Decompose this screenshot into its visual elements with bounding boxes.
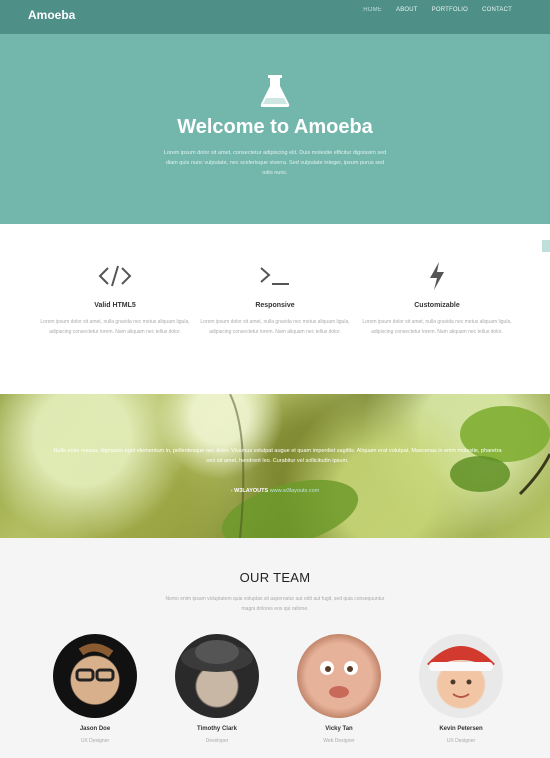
parallax-quote-section: Nulla enim massa, dignissim eget element… (0, 394, 550, 538)
team-member: Vicky Tan Web Designer (284, 634, 394, 744)
avatar (297, 634, 381, 718)
avatar (53, 634, 137, 718)
team-member: Jason Doe UX Designer (40, 634, 150, 744)
member-name: Vicky Tan (325, 726, 353, 732)
feature-text: Lorem ipsum dolor sit amet, nulla gravid… (40, 319, 190, 335)
team-member: Timothy Clark Developer (162, 634, 272, 744)
team-intro: Nemo enim ipsam voluptatem quia voluptas… (165, 596, 385, 612)
code-icon (40, 260, 190, 292)
feature-title: Responsive (255, 302, 295, 309)
attribution-name: - W3LAYOUTS (230, 488, 269, 494)
member-role: UX Designer (446, 738, 476, 744)
avatar (175, 634, 259, 718)
hero-title: Welcome to Amoeba (177, 116, 373, 138)
member-role: Developer (205, 738, 229, 744)
nav-portfolio[interactable]: PORTFOLIO (432, 7, 468, 13)
member-name: Timothy Clark (197, 726, 237, 732)
feature-responsive: Responsive Lorem ipsum dolor sit amet, n… (200, 260, 350, 337)
team-member: Kevin Petersen UX Designer (406, 634, 516, 744)
feature-valid-html5: Valid HTML5 Lorem ipsum dolor sit amet, … (40, 260, 190, 337)
feature-title: Customizable (414, 302, 460, 309)
member-name: Jason Doe (79, 726, 111, 732)
team-section: OUR TEAM Nemo enim ipsam voluptatem quia… (0, 538, 550, 758)
nav-about[interactable]: ABOUT (396, 7, 418, 13)
leaves-background-image (221, 394, 550, 538)
hero-section: Welcome to Amoeba Lorem ipsum dolor sit … (0, 34, 550, 224)
navbar: Amoeba HOME ABOUT PORTFOLIO CONTACT (0, 0, 550, 34)
feature-title: Valid HTML5 (94, 302, 136, 309)
side-tab[interactable] (542, 240, 550, 252)
hero-text: Lorem ipsum dolor sit amet, consectetur … (163, 150, 387, 176)
features-section: Valid HTML5 Lorem ipsum dolor sit amet, … (0, 224, 550, 394)
attribution-link[interactable]: www.w3layouts.com (270, 488, 320, 494)
main-nav: HOME ABOUT PORTFOLIO CONTACT (363, 7, 512, 13)
nav-home[interactable]: HOME (363, 7, 382, 13)
member-role: Web Designer (323, 738, 355, 744)
feature-customizable: Customizable Lorem ipsum dolor sit amet,… (362, 260, 512, 337)
flask-icon (260, 75, 290, 107)
feature-text: Lorem ipsum dolor sit amet, nulla gravid… (200, 319, 350, 335)
nav-contact[interactable]: CONTACT (482, 7, 512, 13)
terminal-icon (200, 260, 350, 292)
quote-text: Nulla enim massa, dignissim eget element… (53, 448, 502, 464)
feature-text: Lorem ipsum dolor sit amet, nulla gravid… (362, 319, 512, 335)
quote-attribution: - W3LAYOUTS www.w3layouts.com (0, 488, 550, 494)
brand-logo[interactable]: Amoeba (28, 8, 75, 22)
bolt-icon (362, 260, 512, 292)
avatar (419, 634, 503, 718)
team-title: OUR TEAM (239, 570, 311, 585)
member-name: Kevin Petersen (439, 726, 483, 732)
member-role: UX Designer (80, 738, 110, 744)
